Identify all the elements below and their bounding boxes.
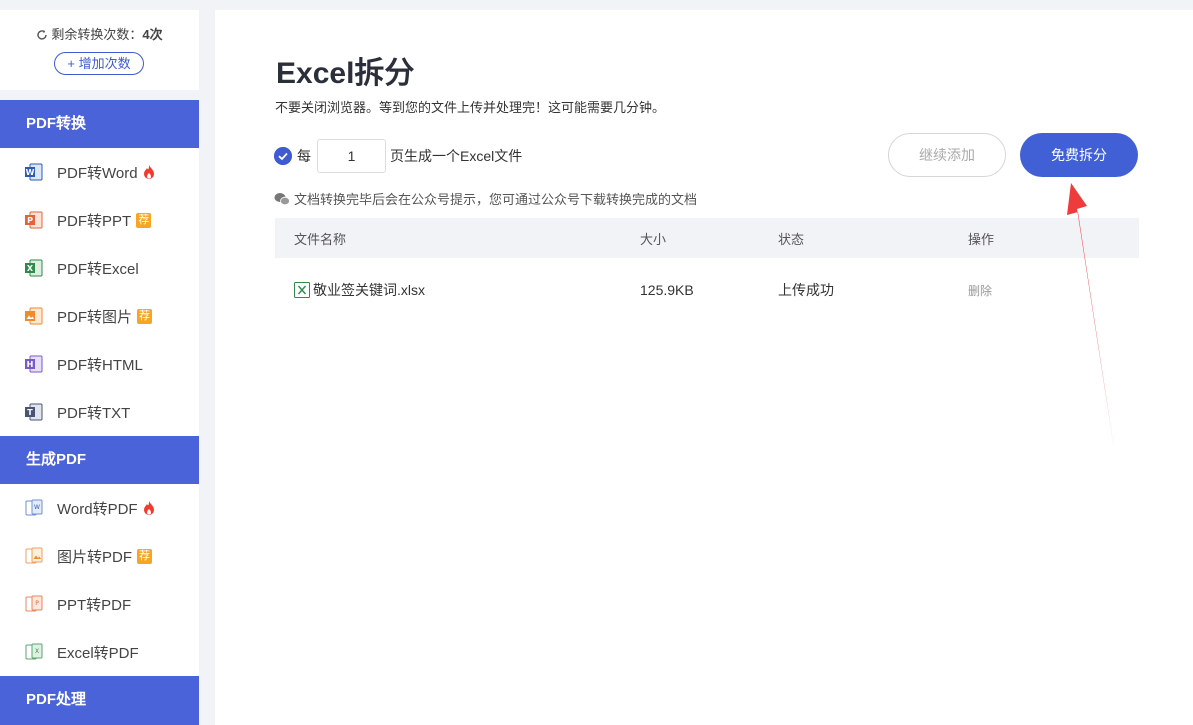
section-make-pdf[interactable]: 生成PDF [0,436,199,484]
nav-label: Word转PDF [57,500,138,518]
nav-pdf-to-ppt[interactable]: P PDF转PPT 荐 [0,196,199,244]
nav-pdf-to-html[interactable]: H PDF转HTML [0,340,199,388]
wechat-hint: 文档转换完毕后会在公众号提示，您可通过公众号下载转换完成的文档 [274,189,697,208]
ppt-to-pdf-icon: P [25,595,43,612]
ppt-file-icon: P [25,211,43,229]
excel-file-icon: X [25,259,43,277]
remaining-credits: 剩余转换次数：4次 [0,24,199,43]
recommend-badge: 荐 [137,548,153,564]
nav-label: PDF转Excel [57,260,139,278]
recommend-badge: 荐 [136,212,152,228]
header-file-name: 文件名称 [294,231,347,247]
word-file-icon: W [25,163,43,181]
nav-excel-to-pdf[interactable]: X Excel转PDF [0,628,199,676]
free-split-button[interactable]: 免费拆分 [1020,133,1138,177]
nav-pdf-to-word[interactable]: W PDF转Word [0,148,199,196]
nav-word-to-pdf[interactable]: W Word转PDF [0,484,199,532]
file-table: 文件名称 大小 状态 操作 敬业签关键词.xlsx 125.9KB 上传成功 删… [275,218,1139,322]
nav-label: PDF转Word [57,164,138,182]
section-pdf-process[interactable]: PDF处理 [0,676,199,725]
page-subtitle: 不要关闭浏览器。等到您的文件上传并处理完！这可能需要几分钟。 [275,100,666,115]
svg-text:H: H [27,360,34,369]
txt-file-icon: T [25,403,43,421]
page-title: Excel拆分 [276,57,415,90]
nav-label: PPT转PDF [57,596,132,614]
credits-panel: 剩余转换次数：4次 + 增加次数 [0,10,199,90]
nav-pdf-to-txt[interactable]: T PDF转TXT [0,388,199,436]
table-row: 敬业签关键词.xlsx 125.9KB 上传成功 删除 [275,258,1139,322]
excel-file-icon [294,282,310,298]
wechat-icon [274,192,290,205]
nav-ppt-to-pdf[interactable]: P PPT转PDF [0,580,199,628]
svg-text:X: X [27,264,34,273]
add-credits-button[interactable]: + 增加次数 [54,52,144,75]
nav-image-to-pdf[interactable]: 图片转PDF 荐 [0,532,199,580]
file-name: 敬业签关键词.xlsx [313,282,425,298]
nav-label: PDF转HTML [57,356,143,374]
nav-label: Excel转PDF [57,644,139,662]
image-file-icon [25,307,43,325]
table-header: 文件名称 大小 状态 操作 [275,218,1139,258]
excel-to-pdf-icon: X [25,643,43,660]
file-size: 125.9KB [640,282,694,298]
nav-pdf-to-image[interactable]: PDF转图片 荐 [0,292,199,340]
delete-link[interactable]: 删除 [968,284,992,298]
per-label: 每 [297,148,311,164]
nav-pdf-to-excel[interactable]: X PDF转Excel [0,244,199,292]
credits-count: 4次 [142,27,163,42]
header-status: 状态 [778,231,805,247]
sidebar: 剩余转换次数：4次 + 增加次数 PDF转换 W PDF转Word P PDF转… [0,0,199,725]
html-file-icon: H [25,355,43,373]
fire-icon [143,501,154,515]
header-size: 大小 [640,231,667,247]
main-panel: Excel拆分 不要关闭浏览器。等到您的文件上传并处理完！这可能需要几分钟。 每… [215,10,1193,725]
nav-label: PDF转TXT [57,404,131,422]
header-action: 操作 [968,231,995,247]
svg-text:P: P [27,216,33,225]
group-make-pdf: W Word转PDF 图片转PDF 荐 P PPT转PDF X Excel转PD… [0,484,199,676]
svg-text:P: P [35,600,39,607]
nav-label: PDF转PPT [57,212,132,230]
checked-circle-icon[interactable] [274,147,292,165]
continue-add-button[interactable]: 继续添加 [888,133,1006,177]
recommend-badge: 荐 [137,308,153,324]
file-name-cell: 敬业签关键词.xlsx [275,280,640,300]
hint-text: 文档转换完毕后会在公众号提示，您可通过公众号下载转换完成的文档 [294,192,698,207]
svg-text:W: W [26,168,35,177]
section-pdf-convert[interactable]: PDF转换 [0,100,199,148]
group-pdf-convert: W PDF转Word P PDF转PPT 荐 X PDF转Excel PDF转图… [0,148,199,436]
word-to-pdf-icon: W [25,499,43,516]
credits-label: 剩余转换次数： [51,27,143,42]
fire-icon [143,165,154,179]
svg-text:W: W [34,504,40,511]
split-option-row: 每 页生成一个Excel文件 [274,139,522,173]
refresh-icon [37,30,48,40]
per-suffix-label: 页生成一个Excel文件 [390,148,523,164]
nav-label: PDF转图片 [57,308,133,326]
svg-text:X: X [35,648,39,655]
nav-label: 图片转PDF [57,548,133,566]
file-status: 上传成功 [778,282,834,298]
svg-text:T: T [27,408,33,417]
image-to-pdf-icon [25,547,43,564]
pages-per-file-input[interactable] [317,139,386,173]
